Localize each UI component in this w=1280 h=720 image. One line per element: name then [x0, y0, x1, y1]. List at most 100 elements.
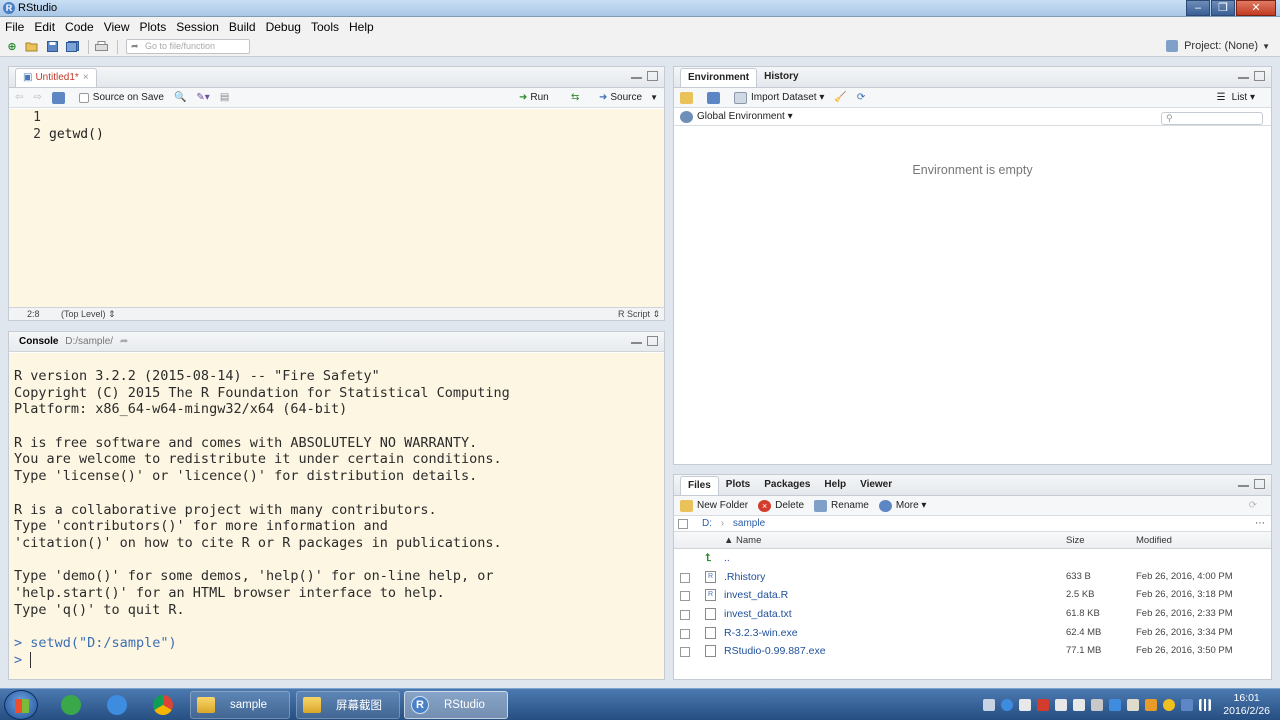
table-row[interactable]: R-3.2.3-win.exe 62.4 MB Feb 26, 2016, 3:…	[674, 624, 1271, 643]
column-name[interactable]: ▲ Name	[724, 532, 761, 549]
load-workspace-icon[interactable]	[680, 91, 697, 104]
power-icon[interactable]	[1055, 699, 1068, 711]
delete-button[interactable]: × Delete	[758, 499, 804, 512]
maximize-pane-icon[interactable]	[647, 71, 658, 81]
bluetooth-icon[interactable]	[1109, 699, 1122, 711]
volume-icon[interactable]	[1091, 699, 1104, 711]
row-checkbox[interactable]	[680, 610, 690, 621]
save-icon[interactable]	[51, 91, 69, 104]
select-all-checkbox[interactable]	[678, 519, 688, 529]
menu-file[interactable]: File	[5, 20, 24, 34]
back-arrow-icon[interactable]: ⇦	[15, 92, 23, 103]
minimize-pane-icon[interactable]	[631, 71, 642, 79]
chevron-down-icon[interactable]: ▼	[650, 93, 658, 102]
close-tab-icon[interactable]: ×	[83, 72, 89, 83]
print-icon[interactable]	[93, 40, 109, 54]
action-center-icon[interactable]	[1019, 699, 1032, 711]
file-name[interactable]: RStudio-0.99.887.exe	[724, 642, 826, 661]
code-line[interactable]: getwd()	[49, 126, 104, 143]
keyboard-icon[interactable]	[983, 699, 996, 711]
code-text[interactable]: getwd()	[49, 109, 104, 143]
signal-icon[interactable]	[1199, 699, 1212, 711]
rename-button[interactable]: Rename	[814, 499, 869, 512]
tab-viewer[interactable]: Viewer	[853, 476, 899, 495]
tab-help[interactable]: Help	[817, 476, 853, 495]
minimize-pane-icon[interactable]	[1238, 71, 1249, 79]
taskbar-task-rstudio[interactable]: R RStudio	[404, 691, 508, 719]
tab-environment[interactable]: Environment	[680, 68, 758, 87]
security-icon[interactable]	[1037, 699, 1050, 711]
row-checkbox[interactable]	[680, 628, 690, 639]
run-button[interactable]: ➜ Run	[519, 92, 549, 103]
scope-selector[interactable]: (Top Level) ⇕	[61, 308, 116, 320]
table-row-parent[interactable]: ⮤ ..	[674, 549, 1271, 568]
input-method-icon[interactable]	[1073, 699, 1086, 711]
breadcrumb-root[interactable]: D:	[702, 518, 712, 529]
tab-untitled1[interactable]: ▣ Untitled1* ×	[15, 68, 97, 87]
menu-plots[interactable]: Plots	[140, 20, 167, 34]
save-workspace-icon[interactable]	[707, 91, 724, 104]
table-row[interactable]: RStudio-0.99.887.exe 77.1 MB Feb 26, 201…	[674, 642, 1271, 661]
taskbar-app-edit[interactable]	[98, 691, 136, 719]
forward-arrow-icon[interactable]: ⇨	[33, 92, 41, 103]
go-to-directory-icon[interactable]: ➦	[120, 336, 128, 347]
global-environment-select[interactable]: Global Environment ▾	[680, 110, 793, 123]
refresh-icon[interactable]: ⟳	[1249, 500, 1257, 511]
taskbar-task-screenshot[interactable]: 屏幕截图	[296, 691, 400, 719]
minimize-pane-icon[interactable]	[631, 336, 642, 344]
menu-build[interactable]: Build	[229, 20, 256, 34]
menu-view[interactable]: View	[104, 20, 130, 34]
new-file-icon[interactable]: ⊕	[4, 40, 20, 54]
tab-files[interactable]: Files	[680, 476, 719, 495]
taskbar-app-refresh[interactable]	[52, 691, 90, 719]
close-button[interactable]: ✕	[1236, 0, 1276, 16]
file-name[interactable]: R-3.2.3-win.exe	[724, 624, 798, 643]
row-checkbox[interactable]	[680, 591, 690, 602]
maximize-pane-icon[interactable]	[647, 336, 658, 346]
save-all-icon[interactable]	[64, 40, 80, 54]
project-menu[interactable]: Project: (None) ▼	[1166, 40, 1270, 52]
console-input-line[interactable]: >	[14, 651, 664, 669]
maximize-pane-icon[interactable]	[1254, 71, 1265, 81]
import-dataset-button[interactable]: Import Dataset ▾	[734, 91, 824, 104]
magic-wand-icon[interactable]: ✎▾	[196, 92, 209, 103]
view-mode-button[interactable]: ☰ List ▾	[1217, 92, 1255, 103]
goto-file-input[interactable]: ➦ Go to file/function	[126, 39, 250, 54]
row-checkbox[interactable]	[680, 572, 690, 583]
tab-history[interactable]: History	[757, 68, 805, 87]
antivirus-icon[interactable]	[1145, 699, 1158, 711]
new-folder-button[interactable]: New Folder	[680, 499, 748, 512]
source-button[interactable]: ➜ Source ▼	[599, 92, 658, 103]
tab-packages[interactable]: Packages	[757, 476, 817, 495]
code-line[interactable]	[49, 109, 104, 126]
taskbar-app-chrome[interactable]	[144, 691, 182, 719]
file-name[interactable]: ..	[724, 549, 730, 568]
rerun-icon[interactable]: ⇆	[571, 92, 579, 103]
table-row[interactable]: invest_data.txt 61.8 KB Feb 26, 2016, 2:…	[674, 605, 1271, 624]
menu-debug[interactable]: Debug	[266, 20, 301, 34]
breadcrumb-dir[interactable]: sample	[733, 518, 765, 529]
menu-tools[interactable]: Tools	[311, 20, 339, 34]
maximize-pane-icon[interactable]	[1254, 479, 1265, 489]
column-modified[interactable]: Modified	[1136, 532, 1172, 549]
help-icon[interactable]	[1001, 699, 1014, 711]
start-button[interactable]	[4, 690, 38, 720]
minimize-button[interactable]: –	[1186, 0, 1210, 16]
clear-workspace-icon[interactable]: 🧹	[834, 92, 846, 103]
user-icon[interactable]	[1127, 699, 1140, 711]
save-icon[interactable]	[44, 40, 60, 54]
menu-code[interactable]: Code	[65, 20, 94, 34]
taskbar-task-sample[interactable]: sample	[190, 691, 290, 719]
source-on-save-checkbox[interactable]: Source on Save	[78, 92, 164, 103]
environment-search-input[interactable]: ⚲	[1161, 112, 1263, 125]
more-options-icon[interactable]: ⋯	[1255, 516, 1265, 532]
code-editor[interactable]: 1 2 getwd()	[9, 109, 664, 307]
console-output[interactable]: R version 3.2.2 (2015-08-14) -- "Fire Sa…	[9, 353, 664, 679]
network-icon[interactable]	[1181, 699, 1194, 711]
maximize-button[interactable]: ❐	[1211, 0, 1235, 16]
table-row[interactable]: R .Rhistory 633 B Feb 26, 2016, 4:00 PM	[674, 568, 1271, 587]
file-type-selector[interactable]: R Script ⇕	[618, 308, 660, 320]
table-row[interactable]: R invest_data.R 2.5 KB Feb 26, 2016, 3:1…	[674, 586, 1271, 605]
more-button[interactable]: More ▾	[878, 499, 926, 512]
search-icon[interactable]: 🔍	[174, 92, 186, 103]
